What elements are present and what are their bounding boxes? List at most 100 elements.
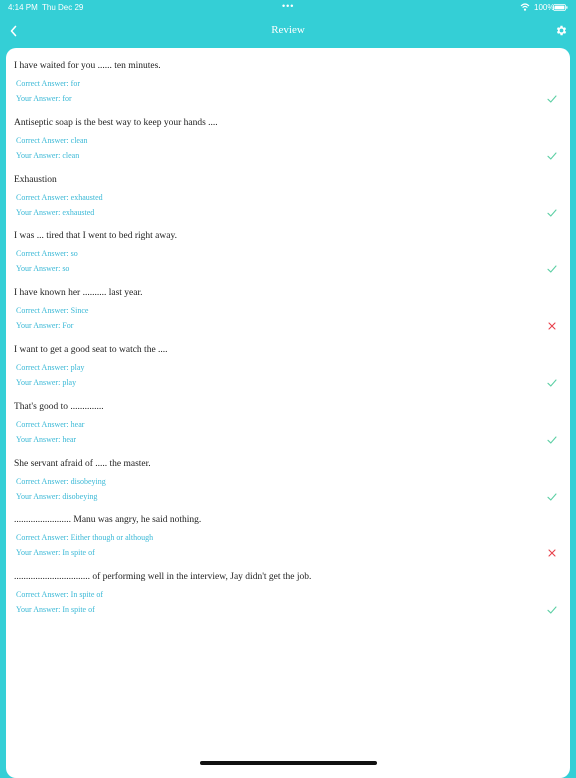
correct-answer-value: Either though or although bbox=[70, 533, 154, 543]
correct-answer: Correct Answer: hear bbox=[16, 420, 84, 429]
question-text: Exhaustion bbox=[14, 174, 57, 185]
your-answer: Your Answer: For bbox=[16, 321, 73, 330]
correct-answer-value: In spite of bbox=[70, 590, 104, 600]
question-item: I was ... tired that I went to bed right… bbox=[6, 218, 570, 275]
your-answer: Your Answer: so bbox=[16, 264, 69, 273]
your-answer-label: Your Answer: bbox=[16, 491, 63, 501]
your-answer: Your Answer: exhausted bbox=[16, 208, 94, 217]
multitasking-dots-icon[interactable]: ••• bbox=[282, 1, 294, 11]
correct-answer-value: clean bbox=[70, 135, 88, 145]
question-text: ................................ of perf… bbox=[14, 572, 312, 583]
correct-answer-label: Correct Answer: bbox=[16, 363, 71, 372]
your-answer-label: Your Answer: bbox=[16, 207, 63, 217]
correct-answer-label: Correct Answer: bbox=[16, 249, 71, 259]
question-text: I want to get a good seat to watch the .… bbox=[14, 345, 168, 355]
correct-answer-label: Correct Answer: bbox=[16, 476, 71, 486]
question-item: ................................ of perf… bbox=[6, 559, 570, 616]
correct-answer-value: for bbox=[70, 79, 80, 88]
question-item: ........................ Manu was angry,… bbox=[6, 502, 570, 559]
your-answer-label: Your Answer: bbox=[16, 321, 63, 331]
question-item: I want to get a good seat to watch the .… bbox=[6, 332, 570, 389]
question-item: She servant afraid of ..... the master. C… bbox=[6, 446, 570, 503]
correct-answer-value: Since bbox=[70, 306, 89, 316]
correct-answer: Correct Answer: In spite of bbox=[16, 590, 103, 599]
checkmark-icon bbox=[547, 152, 557, 160]
your-answer-label: Your Answer: bbox=[16, 94, 63, 103]
checkmark-icon bbox=[547, 606, 557, 614]
your-answer: Your Answer: In spite of bbox=[16, 605, 95, 614]
correct-answer-value: exhausted bbox=[70, 192, 103, 202]
checkmark-icon bbox=[547, 265, 557, 274]
your-answer-value: clean bbox=[62, 150, 80, 160]
correct-answer-label: Correct Answer: bbox=[16, 533, 71, 543]
your-answer-value: for bbox=[62, 94, 72, 103]
your-answer-value: In spite of bbox=[62, 605, 95, 615]
correct-answer-value: hear bbox=[70, 419, 85, 429]
wifi-icon bbox=[520, 3, 530, 11]
question-text: I have waited for you ...... ten minutes… bbox=[14, 61, 161, 71]
review-card: I have waited for you ...... ten minutes… bbox=[6, 48, 570, 778]
battery-percentage: 100% bbox=[534, 3, 555, 12]
checkmark-icon bbox=[547, 436, 557, 444]
question-item: That's good to .............. Correct Ans… bbox=[6, 389, 570, 446]
correct-answer: Correct Answer: so bbox=[16, 249, 78, 258]
status-date: Thu Dec 29 bbox=[42, 3, 84, 12]
navigation-bar: Review bbox=[0, 16, 576, 44]
correct-answer: Correct Answer: clean bbox=[16, 136, 88, 145]
checkmark-icon bbox=[547, 95, 557, 103]
checkmark-icon bbox=[547, 493, 557, 501]
correct-answer-label: Correct Answer: bbox=[16, 79, 71, 88]
your-answer-value: play bbox=[62, 378, 77, 387]
correct-answer-label: Correct Answer: bbox=[16, 306, 71, 316]
your-answer-value: so bbox=[62, 264, 70, 274]
correct-answer-value: play bbox=[70, 363, 85, 372]
page-title: Review bbox=[271, 24, 305, 36]
question-item: I have waited for you ...... ten minutes… bbox=[6, 48, 570, 105]
question-text: Antiseptic soap is the best way to keep … bbox=[14, 117, 218, 128]
checkmark-icon bbox=[547, 209, 557, 217]
home-indicator[interactable] bbox=[200, 761, 377, 765]
your-answer: Your Answer: play bbox=[16, 378, 76, 387]
your-answer: Your Answer: In spite of bbox=[16, 548, 95, 557]
battery-icon bbox=[553, 4, 568, 11]
correct-answer: Correct Answer: Either though or althoug… bbox=[16, 533, 153, 542]
correct-answer: Correct Answer: Since bbox=[16, 306, 88, 315]
question-item: Antiseptic soap is the best way to keep … bbox=[6, 105, 570, 162]
status-time: 4:14 PM bbox=[8, 3, 38, 12]
question-text: I have known her .......... last year. bbox=[14, 288, 143, 299]
your-answer-value: In spite of bbox=[62, 548, 95, 558]
cross-icon bbox=[548, 322, 556, 330]
correct-answer-value: so bbox=[70, 249, 78, 259]
cross-icon bbox=[548, 549, 556, 557]
correct-answer: Correct Answer: exhausted bbox=[16, 193, 103, 202]
your-answer-label: Your Answer: bbox=[16, 548, 63, 558]
your-answer: Your Answer: hear bbox=[16, 435, 76, 444]
your-answer-label: Your Answer: bbox=[16, 264, 63, 274]
status-bar: 4:14 PM Thu Dec 29 ••• 100% bbox=[0, 0, 576, 16]
correct-answer: Correct Answer: disobeying bbox=[16, 477, 106, 486]
checkmark-icon bbox=[547, 379, 557, 387]
your-answer: Your Answer: disobeying bbox=[16, 492, 97, 501]
your-answer: Your Answer: for bbox=[16, 94, 72, 103]
your-answer-label: Your Answer: bbox=[16, 434, 63, 444]
your-answer-label: Your Answer: bbox=[16, 150, 63, 160]
correct-answer: Correct Answer: for bbox=[16, 79, 80, 88]
your-answer: Your Answer: clean bbox=[16, 151, 79, 160]
correct-answer-label: Correct Answer: bbox=[16, 192, 71, 202]
correct-answer-label: Correct Answer: bbox=[16, 419, 71, 429]
question-text: That's good to .............. bbox=[14, 401, 104, 412]
your-answer-value: For bbox=[62, 321, 74, 331]
correct-answer: Correct Answer: play bbox=[16, 363, 84, 372]
your-answer-value: hear bbox=[62, 434, 77, 444]
question-text: I was ... tired that I went to bed right… bbox=[14, 231, 177, 242]
your-answer-value: disobeying bbox=[62, 491, 98, 501]
correct-answer-value: disobeying bbox=[70, 476, 106, 486]
question-text: She servant afraid of ..... the master. bbox=[14, 458, 151, 469]
your-answer-value: exhausted bbox=[62, 207, 95, 217]
question-item: Exhaustion Correct Answer: exhausted Your … bbox=[6, 162, 570, 219]
correct-answer-label: Correct Answer: bbox=[16, 135, 71, 145]
correct-answer-label: Correct Answer: bbox=[16, 590, 71, 600]
your-answer-label: Your Answer: bbox=[16, 378, 63, 387]
your-answer-label: Your Answer: bbox=[16, 605, 63, 615]
gear-icon[interactable] bbox=[555, 24, 568, 37]
